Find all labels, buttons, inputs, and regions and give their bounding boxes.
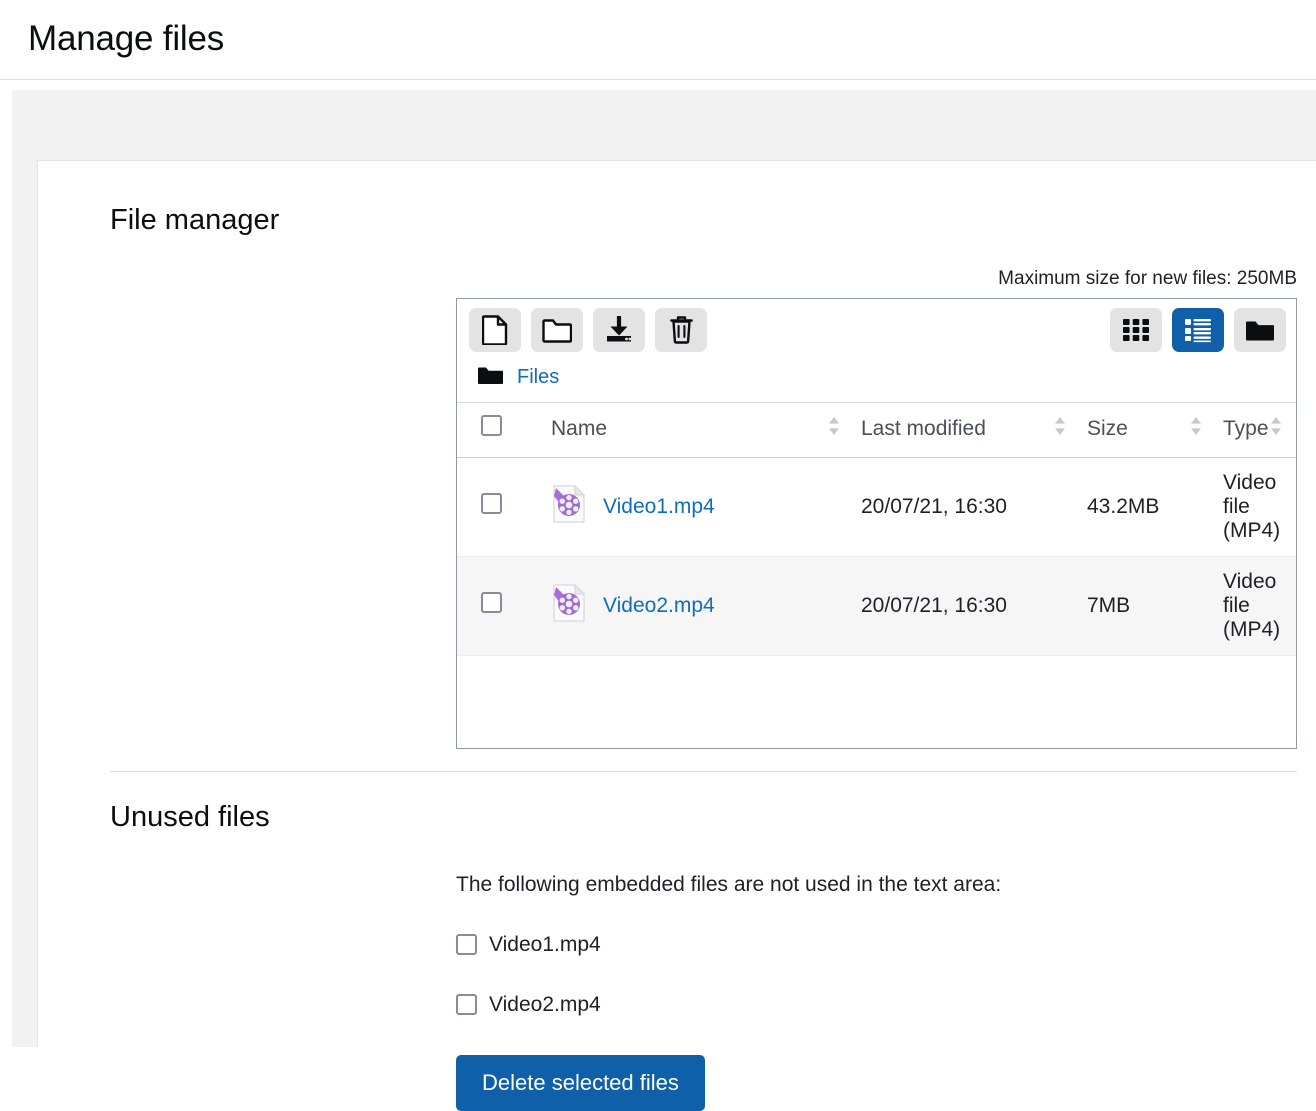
file-table-head: Name — [457, 403, 1296, 458]
card-inner: File manager Maximum size for new files:… — [38, 161, 1316, 1111]
delete-all-button[interactable] — [655, 308, 707, 352]
breadcrumb-item-files[interactable]: Files — [517, 366, 559, 389]
column-label-type: Type — [1223, 417, 1269, 441]
list-item[interactable]: Video1.mp4 — [456, 933, 1316, 957]
sort-icon[interactable] — [1189, 415, 1203, 443]
list-icon — [1184, 317, 1212, 343]
breadcrumb: Files — [457, 361, 1296, 403]
list-item[interactable]: Video2.mp4 — [456, 993, 1316, 1017]
unused-files-intro: The following embedded files are not use… — [456, 873, 1316, 897]
video-file-icon — [551, 484, 587, 530]
file-name-link[interactable]: Video2.mp4 — [603, 594, 715, 618]
unused-files-section: Unused files The following embedded file… — [110, 800, 1316, 1111]
file-icon — [482, 315, 508, 345]
table-row[interactable]: Video2.mp4 20/07/21, 16:30 7MB Video fil… — [457, 556, 1296, 655]
column-header-last-modified[interactable]: Last modified — [861, 403, 1087, 458]
row-checkbox[interactable] — [481, 592, 502, 613]
file-drop-area[interactable] — [457, 656, 1296, 748]
view-tree-button[interactable] — [1234, 308, 1286, 352]
row-size-cell: 7MB — [1087, 556, 1223, 655]
unused-files-heading: Unused files — [110, 800, 1316, 835]
trash-icon — [669, 315, 694, 344]
row-checkbox[interactable] — [481, 493, 502, 514]
column-header-name[interactable]: Name — [551, 403, 861, 458]
file-manager-panel: Files Name — [456, 298, 1297, 749]
page-region: File manager Maximum size for new files:… — [12, 90, 1316, 1047]
toolbar-view-group — [1110, 308, 1286, 352]
add-file-button[interactable] — [469, 308, 521, 352]
tree-folder-icon — [1245, 318, 1275, 342]
page-title: Manage files — [28, 20, 224, 59]
select-all-header — [457, 403, 551, 458]
file-manager-heading: File manager — [110, 203, 1316, 238]
column-header-type[interactable]: Type — [1223, 403, 1296, 458]
column-header-size[interactable]: Size — [1087, 403, 1223, 458]
view-details-button[interactable] — [1172, 308, 1224, 352]
row-modified-cell: 20/07/21, 16:30 — [861, 457, 1087, 556]
sort-icon[interactable] — [1053, 415, 1067, 443]
sort-icon[interactable] — [1269, 415, 1283, 443]
row-select-cell — [457, 457, 551, 556]
create-folder-button[interactable] — [531, 308, 583, 352]
file-manager-toolbar — [457, 299, 1296, 361]
unused-files-body: The following embedded files are not use… — [456, 873, 1316, 1111]
folder-icon — [542, 317, 572, 343]
page-header: Manage files — [0, 0, 1316, 80]
row-name-cell: Video1.mp4 — [551, 457, 861, 556]
delete-selected-files-button[interactable]: Delete selected files — [456, 1055, 705, 1111]
download-all-button[interactable] — [593, 308, 645, 352]
row-modified-cell: 20/07/21, 16:30 — [861, 556, 1087, 655]
grid-icon — [1122, 317, 1150, 343]
sort-icon[interactable] — [827, 415, 841, 443]
file-table-body: Video1.mp4 20/07/21, 16:30 43.2MB Video … — [457, 457, 1296, 655]
file-table: Name — [457, 403, 1296, 656]
column-label-name: Name — [551, 417, 607, 441]
max-size-note: Maximum size for new files: 250MB — [110, 268, 1316, 290]
video-file-icon — [551, 583, 587, 629]
file-name-link[interactable]: Video1.mp4 — [603, 495, 715, 519]
view-icons-button[interactable] — [1110, 308, 1162, 352]
section-divider — [110, 771, 1297, 772]
row-select-cell — [457, 556, 551, 655]
table-row[interactable]: Video1.mp4 20/07/21, 16:30 43.2MB Video … — [457, 457, 1296, 556]
unused-file-label[interactable]: Video1.mp4 — [489, 933, 601, 957]
unused-file-checkbox[interactable] — [456, 994, 477, 1015]
column-label-last-modified: Last modified — [861, 417, 986, 441]
select-all-checkbox[interactable] — [481, 415, 502, 436]
column-label-size: Size — [1087, 417, 1128, 441]
row-type-cell: Video file (MP4) — [1223, 556, 1296, 655]
row-type-cell: Video file (MP4) — [1223, 457, 1296, 556]
toolbar-action-group — [469, 308, 707, 352]
content-card: File manager Maximum size for new files:… — [37, 160, 1316, 1047]
unused-file-checkbox[interactable] — [456, 934, 477, 955]
row-size-cell: 43.2MB — [1087, 457, 1223, 556]
row-name-cell: Video2.mp4 — [551, 556, 861, 655]
download-icon — [604, 316, 634, 344]
folder-icon — [477, 365, 503, 390]
table-header-row: Name — [457, 403, 1296, 458]
unused-file-label[interactable]: Video2.mp4 — [489, 993, 601, 1017]
